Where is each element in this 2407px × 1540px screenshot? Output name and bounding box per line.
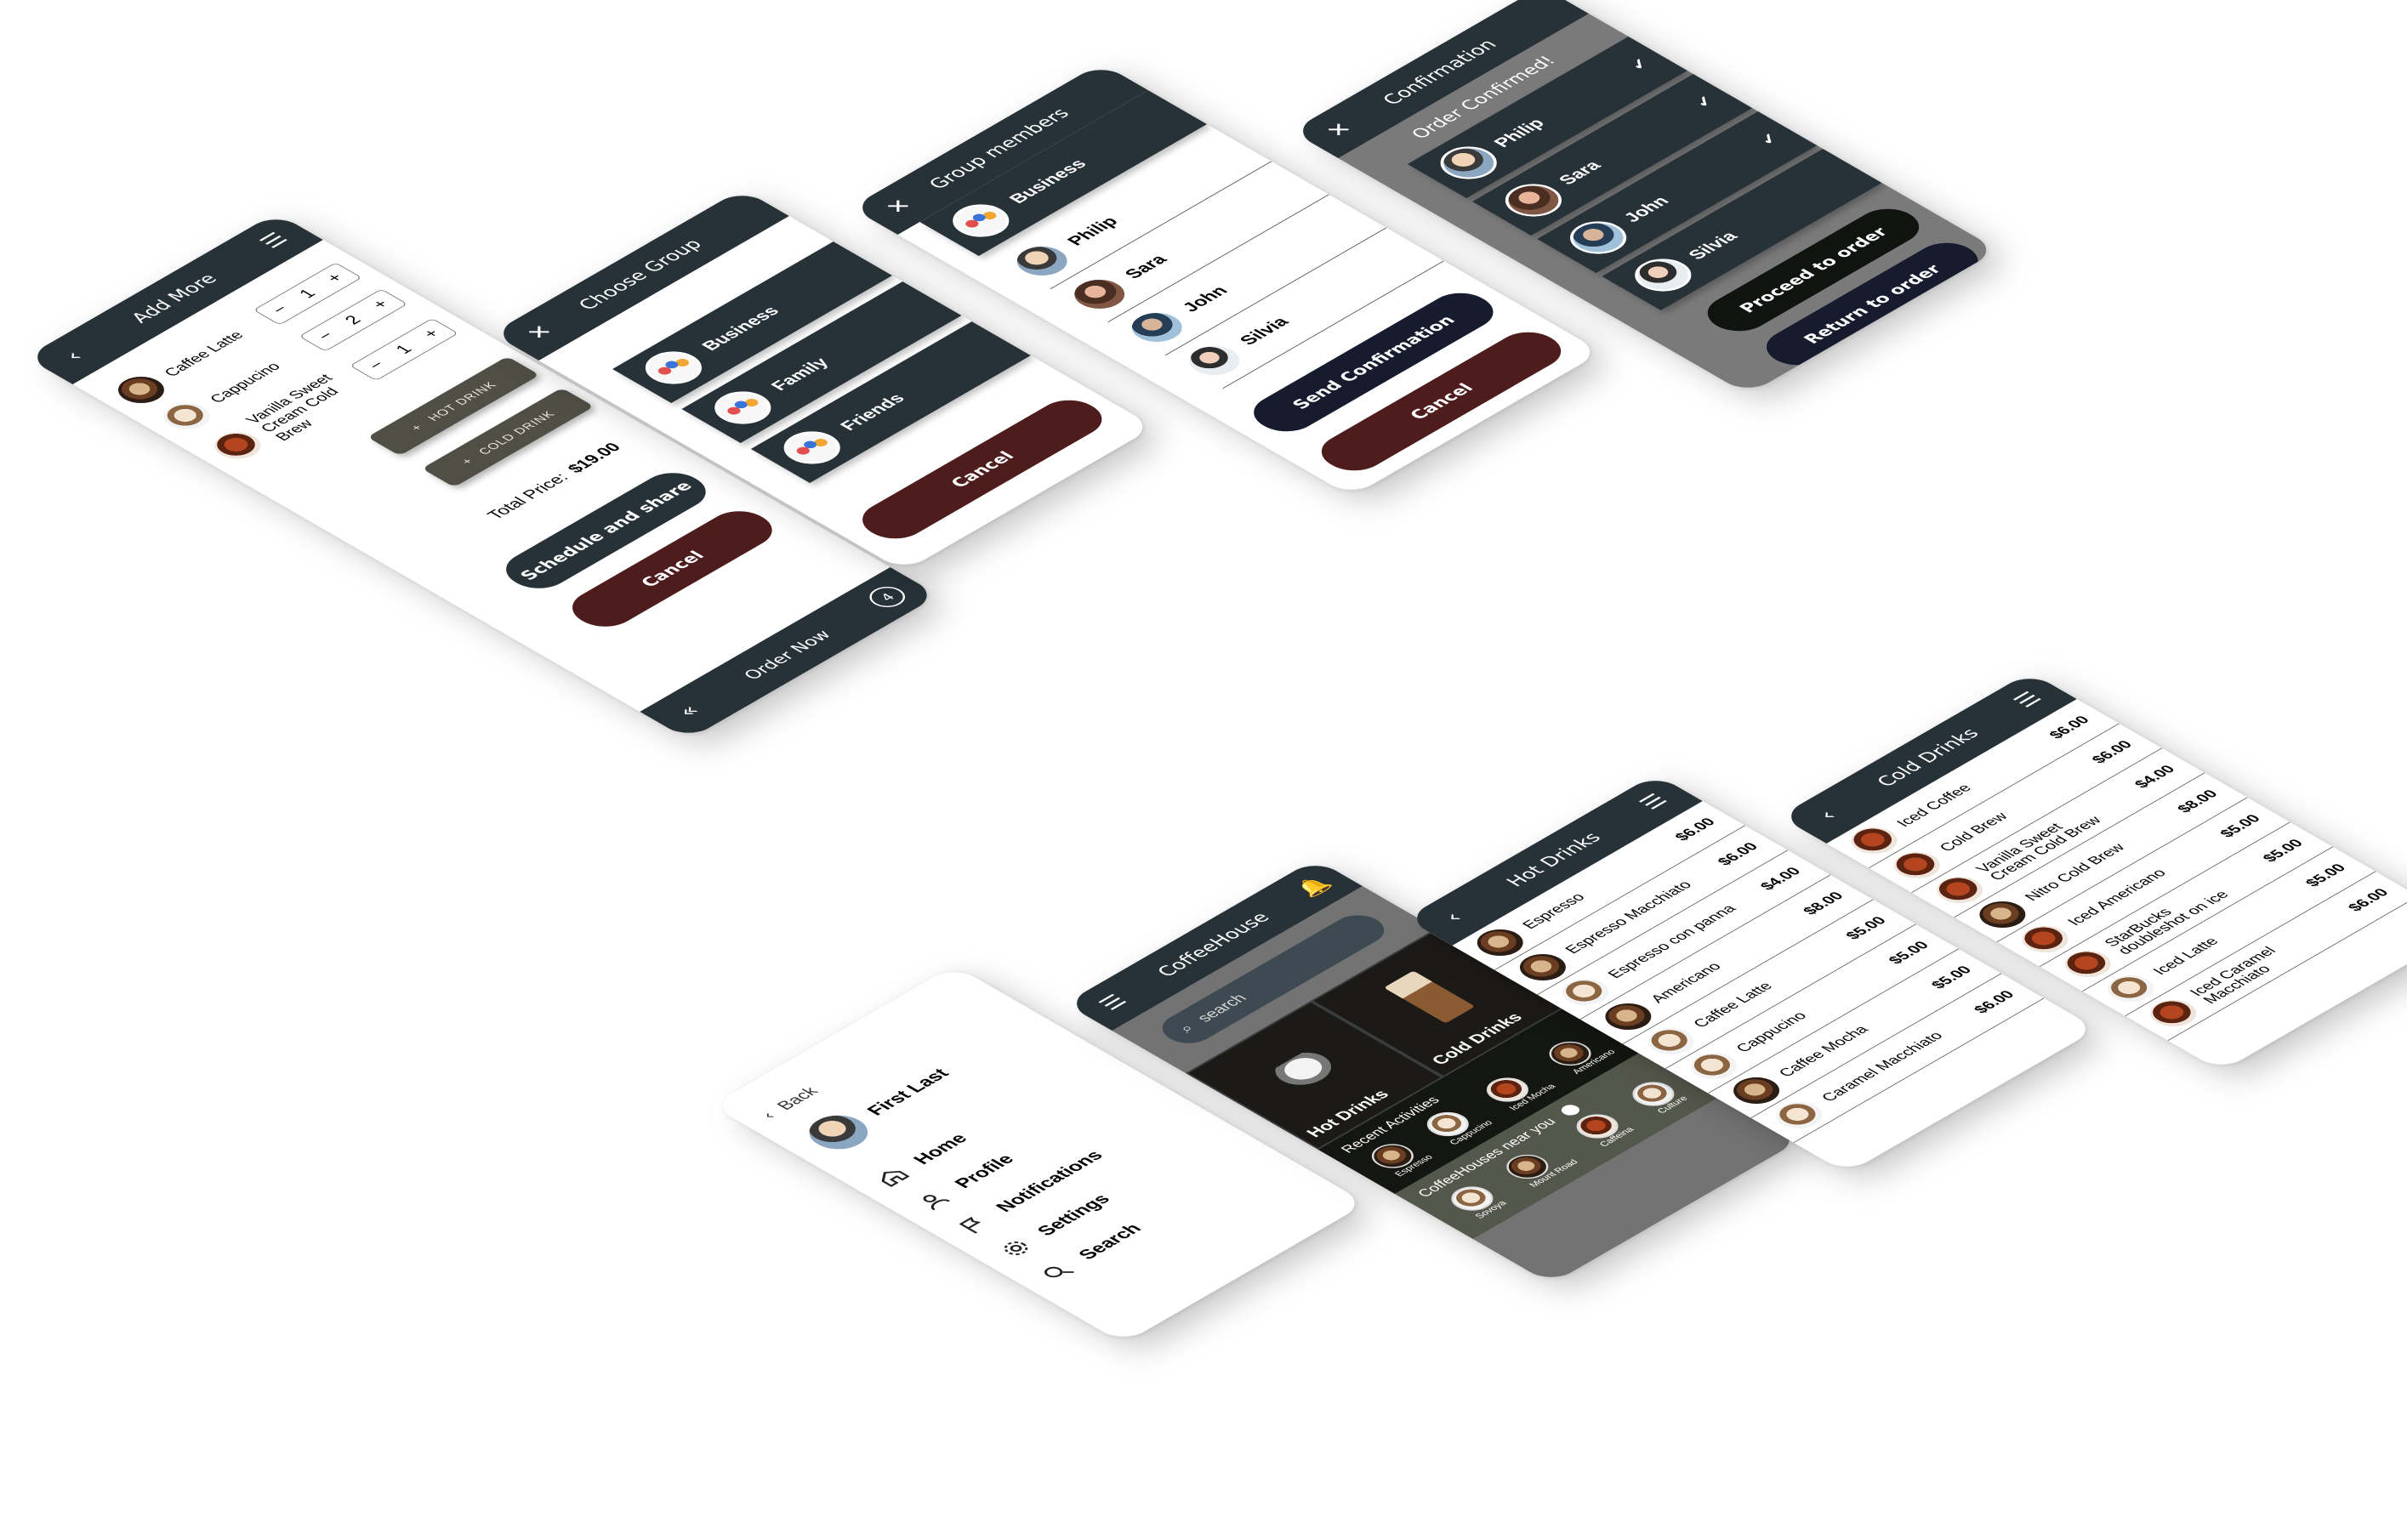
quantity-value: 2 [340,312,366,327]
silvia-avatar [1623,252,1704,298]
member-name: John [1619,193,1674,225]
hot-coffee-cup-image [1264,1046,1350,1096]
location-pin-icon: ⬤ [1556,1101,1584,1118]
quantity-value: 1 [294,286,320,301]
mockup-stage: ‹ Add More ☰ Caffee Latte −1 + Cappucino … [0,0,2407,1540]
plus-icon[interactable]: + [418,327,444,341]
group-name: Family [766,355,834,394]
john-avatar [1558,214,1638,261]
drink-price: $8.00 [1799,889,1847,918]
plus-icon[interactable]: + [368,297,394,311]
member-name: Sara [1555,158,1606,188]
drink-price: $6.00 [2087,737,2137,766]
member-name: John [1177,283,1232,315]
philip-avatar [1001,237,1082,284]
quantity-value: 1 [391,342,417,357]
home-icon [881,1170,910,1187]
business-group-avatar [634,344,714,391]
plus-icon: + [458,455,477,467]
drink-price: $6.00 [2045,713,2093,742]
friends-group-avatar [771,424,852,471]
back-label: Back [773,1084,822,1113]
minus-icon[interactable]: − [313,328,339,343]
drink-price: $6.00 [1970,987,2018,1016]
silvia-avatar [1174,337,1255,384]
cold-brew-thumb [205,426,270,464]
order-now-label: Order Now [738,627,836,683]
minus-icon[interactable]: − [364,358,390,372]
search-placeholder: search [1193,992,1251,1026]
drink-price: $6.00 [2344,885,2393,914]
drink-price: $5.00 [1926,963,1976,992]
sara-avatar [1059,270,1140,317]
person-icon [923,1195,951,1211]
member-name: Philip [1062,213,1123,248]
drink-price: $5.00 [2301,861,2350,889]
plus-icon[interactable]: + [322,270,348,285]
check-circle-icon: ✓ [1754,130,1784,148]
drink-price: $4.00 [1756,864,1805,893]
flag-icon [959,1216,982,1234]
check-circle-icon: ✓ [1625,55,1655,73]
drink-price: $5.00 [2216,811,2264,840]
family-group-avatar [703,384,783,431]
user-name: First Last [862,1065,953,1118]
total-price-value: $19.00 [563,440,626,476]
member-name: Sara [1120,252,1171,281]
cold-drink-label: COLD DRINK [475,408,558,457]
search-icon: ⌕ [1175,1021,1199,1036]
philip-avatar [1428,139,1509,186]
member-name: Silvia [1235,314,1293,348]
member-name: Silvia [1684,229,1742,263]
plus-icon: + [407,422,426,433]
drink-price: $5.00 [1884,938,1933,967]
gear-icon [1004,1242,1028,1255]
john-avatar [1117,304,1197,350]
minus-icon[interactable]: − [267,302,293,316]
member-name: Philip [1489,116,1550,151]
drink-price: $5.00 [2258,836,2307,865]
business-group-avatar [941,197,1021,244]
nearby-item[interactable]: Caffeina [1568,1109,1636,1148]
order-now-bar[interactable]: « Order Now 4 [640,566,939,740]
cold-coffee-glass-image [1383,970,1476,1024]
nearby-item[interactable]: Sovoya [1442,1181,1511,1221]
total-price-label: Total Price: [483,470,573,522]
drink-price: $8.00 [2173,787,2222,815]
chevron-left-icon: ‹ [758,1109,780,1122]
drink-price: $6.00 [1670,815,1719,844]
drink-price: $6.00 [1713,839,1762,868]
hot-drink-label: HOT DRINK [424,379,500,423]
group-name: Business [697,304,784,354]
sara-avatar [1494,177,1573,224]
drink-price: $4.00 [2131,762,2179,791]
nearby-item[interactable]: Culture [1624,1077,1693,1116]
drink-price: $5.00 [1841,913,1890,942]
search-icon [1044,1266,1074,1278]
check-circle-icon: ✓ [1689,93,1720,111]
user-avatar [793,1105,885,1159]
group-name: Friends [836,391,909,434]
